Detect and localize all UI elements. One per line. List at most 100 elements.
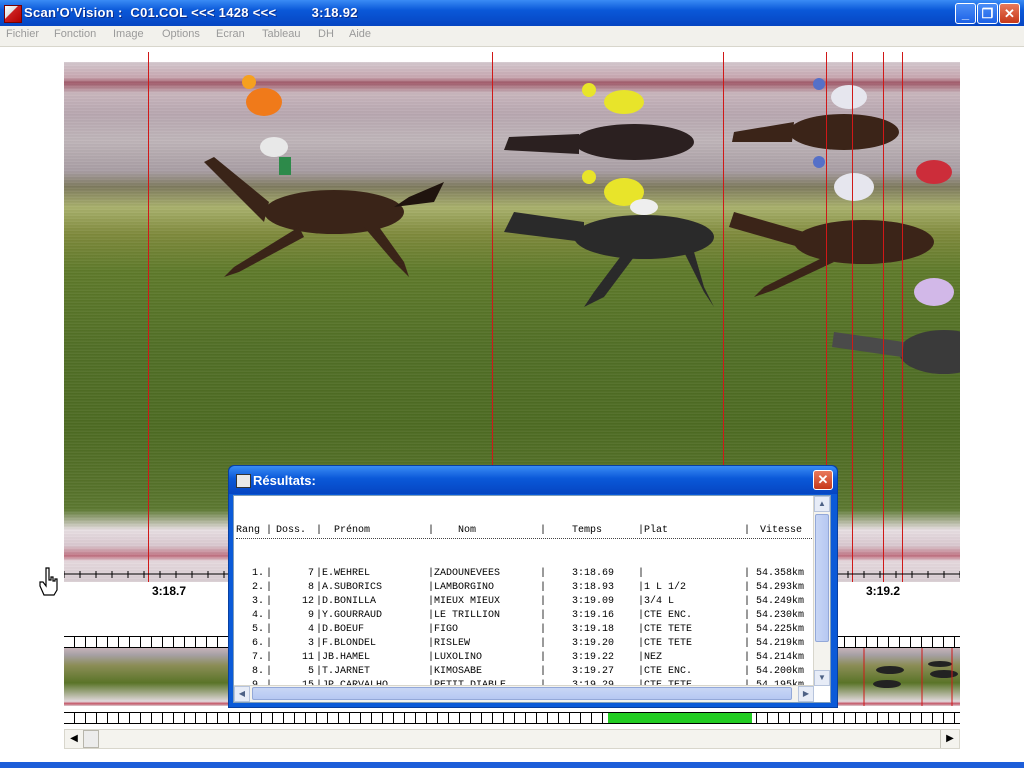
vitesse-cell: 54.293km	[756, 582, 805, 593]
horse-leader	[204, 157, 444, 277]
menu-fonction[interactable]: Fonction	[54, 28, 96, 40]
nom-cell: RISLEW	[434, 638, 471, 649]
jockey-third	[582, 83, 644, 114]
table-row[interactable]: 2. | 8 | A.SUBORICS | LAMBORGINO | 3:18.93 | 1 L 1…	[236, 581, 812, 595]
col-temps-header[interactable]: Temps	[572, 524, 602, 538]
column-separator: |	[744, 596, 751, 607]
column-separator: |	[540, 610, 547, 621]
plat-cell: 3/4 L	[644, 596, 675, 607]
time-marker-line[interactable]	[883, 52, 884, 582]
menu-aide[interactable]: Aide	[349, 28, 371, 40]
pointer-hand-icon[interactable]	[38, 566, 58, 596]
scroll-left-arrow-icon[interactable]: ◀	[234, 686, 250, 702]
results-vertical-scrollbar[interactable]: ▲ ▼	[813, 496, 830, 686]
jockey-leader	[242, 75, 291, 175]
temps-cell: 3:18.69	[572, 568, 615, 579]
nom-cell: LUXOLINO	[434, 652, 483, 663]
doss-cell: 4	[307, 624, 314, 635]
menu-ecran[interactable]: Ecran	[216, 28, 245, 40]
column-separator: |	[540, 652, 547, 663]
scroll-thumb[interactable]	[83, 730, 99, 748]
visible-range-indicator[interactable]	[608, 713, 752, 723]
prenom-cell: F.BLONDEL	[322, 638, 377, 649]
column-separator: |	[744, 666, 751, 677]
table-row[interactable]: 8. | 5 | T.JARNET | KIMOSABE | 3:19.27 | CTE ENC. |…	[236, 665, 812, 679]
results-vscroll-thumb[interactable]	[815, 514, 829, 642]
rang-cell: 7.	[251, 652, 264, 663]
menu-fichier[interactable]: Fichier	[6, 28, 39, 40]
overview-strip-bottom[interactable]	[64, 712, 960, 724]
temps-cell: 3:18.93	[572, 582, 615, 593]
plat-cell: CTE ENC.	[644, 666, 693, 677]
scroll-right-arrow-icon[interactable]: ▶	[798, 686, 814, 702]
time-marker-line[interactable]	[852, 52, 853, 582]
table-row[interactable]: 6. | 3 | F.BLONDEL | RISLEW | 3:19.20 | CTE TETE | 5…	[236, 637, 812, 651]
doss-cell: 8	[307, 582, 314, 593]
plat-cell: CTE TETE	[644, 624, 693, 635]
results-horizontal-scrollbar[interactable]: ◀ ▶	[234, 685, 814, 702]
table-row[interactable]: 3. | 12 | D.BONILLA | MIEUX MIEUX | 3:19.09 | 3/4 …	[236, 595, 812, 609]
col-prenom-header[interactable]: Prénom	[334, 524, 370, 538]
menu-dh[interactable]: DH	[318, 28, 334, 40]
prenom-cell: E.WEHREL	[322, 568, 371, 579]
column-separator: |	[744, 610, 751, 621]
results-close-button[interactable]: ✕	[813, 470, 833, 490]
time-marker-line[interactable]	[148, 52, 149, 582]
maximize-button[interactable]: ❐	[977, 3, 998, 24]
results-hscroll-thumb[interactable]	[252, 687, 792, 700]
scroll-up-arrow-icon[interactable]: ▲	[814, 496, 830, 512]
scroll-down-arrow-icon[interactable]: ▼	[814, 670, 830, 686]
temps-cell: 3:19.16	[572, 610, 615, 621]
temps-cell: 3:19.09	[572, 596, 615, 607]
prenom-cell: JB.HAMEL	[322, 652, 371, 663]
column-separator: |	[540, 638, 547, 649]
doss-cell: 9	[307, 610, 314, 621]
temps-cell: 3:19.22	[572, 652, 615, 663]
results-dialog-titlebar[interactable]: Résultats: ✕	[229, 466, 837, 494]
menu-tableau[interactable]: Tableau	[262, 28, 301, 40]
vitesse-cell: 54.249km	[756, 596, 805, 607]
column-separator: |	[540, 596, 547, 607]
doss-cell: 3	[307, 638, 314, 649]
nom-cell: LE TRILLION	[434, 610, 501, 621]
doss-cell: 7	[307, 568, 314, 579]
table-row[interactable]: 7. | 11 | JB.HAMEL | LUXOLINO | 3:19.22 | NEZ | 54.2…	[236, 651, 812, 665]
rang-cell: 1.	[251, 568, 264, 579]
table-row[interactable]: 1. | 7 | E.WEHREL | ZADOUNEVEES | 3:18.69 | | 54.35…	[236, 567, 812, 581]
col-doss-header[interactable]: Doss.	[276, 524, 306, 538]
results-header-row: Rang | Doss. | Prénom | Nom | Temps | Pl…	[236, 524, 812, 539]
rang-cell: 6.	[251, 638, 264, 649]
printer-icon	[236, 474, 251, 488]
column-separator: |	[744, 652, 751, 663]
minimize-button[interactable]: _	[955, 3, 976, 24]
menu-image[interactable]: Image	[113, 28, 144, 40]
scroll-right-arrow-icon[interactable]: ▶	[940, 730, 959, 748]
nom-cell: FIGO	[434, 624, 459, 635]
scroll-left-arrow-icon[interactable]: ◀	[65, 730, 84, 748]
col-nom-header[interactable]: Nom	[458, 524, 476, 538]
doss-cell: 5	[307, 666, 314, 677]
table-row[interactable]: 4. | 9 | Y.GOURRAUD | LE TRILLION | 3:19.16 | CTE …	[236, 609, 812, 623]
nom-cell: LAMBORGINO	[434, 582, 495, 593]
time-marker-line[interactable]	[902, 52, 903, 582]
prenom-cell: T.JARNET	[322, 666, 371, 677]
close-button[interactable]: ✕	[999, 3, 1020, 24]
app-icon[interactable]	[4, 5, 22, 23]
col-plat-header[interactable]: Plat	[644, 524, 668, 538]
menu-options[interactable]: Options	[162, 28, 200, 40]
main-horizontal-scrollbar[interactable]: ◀ ▶	[64, 729, 960, 749]
prenom-cell: A.SUBORICS	[322, 582, 383, 593]
prenom-cell: D.BONILLA	[322, 596, 377, 607]
plat-cell: NEZ	[644, 652, 663, 663]
nom-cell: KIMOSABE	[434, 666, 483, 677]
table-row[interactable]: 5. | 4 | D.BOEUF | FIGO | 3:19.18 | CTE TETE | 54.22…	[236, 623, 812, 637]
column-separator: |	[744, 624, 751, 635]
rang-cell: 5.	[251, 624, 264, 635]
col-vitesse-header[interactable]: Vitesse	[760, 524, 802, 538]
col-rang-header[interactable]: Rang	[236, 524, 260, 538]
plat-cell: CTE ENC.	[644, 610, 693, 621]
results-table: Rang | Doss. | Prénom | Nom | Temps | Pl…	[236, 496, 812, 702]
prenom-cell: Y.GOURRAUD	[322, 610, 383, 621]
results-table-container[interactable]: Rang | Doss. | Prénom | Nom | Temps | Pl…	[233, 495, 831, 703]
nom-cell: ZADOUNEVEES	[434, 568, 501, 579]
